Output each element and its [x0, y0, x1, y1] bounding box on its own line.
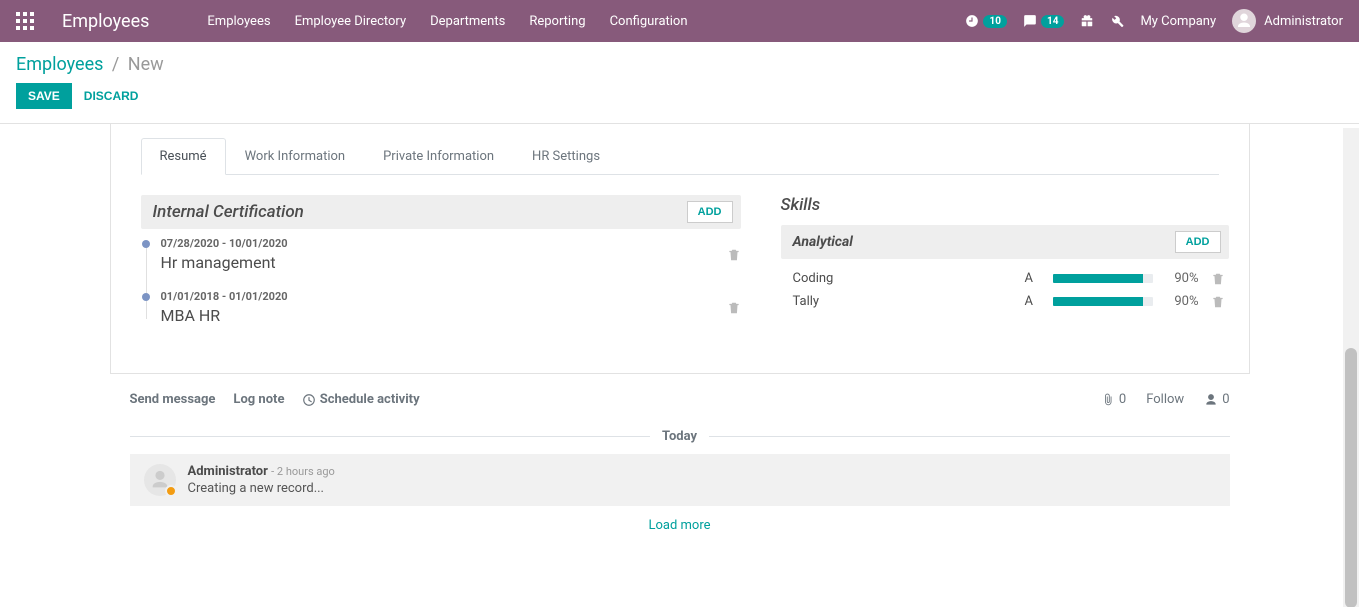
topbar-right: 10 14 My Company Administrator	[965, 9, 1343, 33]
skill-row[interactable]: Tally A 90%	[781, 290, 1229, 313]
followers-count[interactable]: 0	[1204, 392, 1229, 407]
timeline-dates: 07/28/2020 - 10/01/2020	[161, 237, 727, 250]
person-icon	[1204, 392, 1218, 407]
tab-work-information[interactable]: Work Information	[226, 138, 365, 175]
message-author[interactable]: Administrator	[188, 464, 268, 479]
skill-progress	[1053, 297, 1153, 306]
discuss-indicator[interactable]: 14	[1023, 14, 1064, 29]
attachments-count[interactable]: 0	[1101, 392, 1126, 407]
skills-column: Skills Analytical ADD Coding A 90% Tally…	[781, 195, 1229, 343]
timeline: 07/28/2020 - 10/01/2020 Hr management 01…	[141, 237, 741, 325]
log-note-button[interactable]: Log note	[233, 392, 284, 407]
timeline-dot-icon	[142, 293, 150, 301]
timeline-dot-icon	[142, 240, 150, 248]
timeline-dates: 01/01/2018 - 01/01/2020	[161, 290, 727, 303]
clock-outline-icon	[302, 392, 316, 407]
message-time: - 2 hours ago	[271, 465, 335, 478]
company-switcher[interactable]: My Company	[1140, 14, 1216, 29]
message-text: Creating a new record...	[188, 481, 1216, 496]
timeline-item: 01/01/2018 - 01/01/2020 MBA HR	[161, 290, 741, 325]
nav-menu: Employees Employee Directory Departments…	[197, 6, 697, 37]
chat-icon	[1023, 14, 1037, 29]
paperclip-icon	[1101, 392, 1115, 407]
timeline-body[interactable]: 01/01/2018 - 01/01/2020 MBA HR	[161, 290, 727, 325]
message-avatar-icon	[144, 464, 176, 496]
nav-reporting[interactable]: Reporting	[519, 6, 595, 37]
topbar: Employees Employees Employee Directory D…	[0, 0, 1359, 42]
breadcrumb: Employees / New	[16, 54, 1343, 75]
user-name: Administrator	[1264, 14, 1343, 29]
skill-progress-fill	[1053, 274, 1143, 283]
discuss-count: 14	[1041, 15, 1064, 28]
timeline-body[interactable]: 07/28/2020 - 10/01/2020 Hr management	[161, 237, 727, 272]
add-resume-button[interactable]: ADD	[687, 201, 733, 223]
breadcrumb-row: Employees / New	[0, 42, 1359, 79]
skill-group-header: Analytical ADD	[781, 225, 1229, 259]
skill-group-title: Analytical	[793, 234, 853, 250]
resume-column: Internal Certification ADD 07/28/2020 - …	[141, 195, 741, 343]
skill-progress	[1053, 274, 1153, 283]
save-button[interactable]: Save	[16, 83, 72, 109]
tabs: Resumé Work Information Private Informat…	[141, 138, 1219, 175]
wrench-icon[interactable]	[1110, 14, 1124, 29]
breadcrumb-sep: /	[112, 54, 119, 75]
skill-level: A	[1025, 271, 1041, 286]
module-title[interactable]: Employees	[62, 11, 149, 32]
tab-resume[interactable]: Resumé	[141, 138, 226, 175]
skill-level: A	[1025, 294, 1041, 309]
chatter-actions: Send message Log note Schedule activity …	[130, 374, 1230, 419]
tab-hr-settings[interactable]: HR Settings	[513, 138, 619, 175]
breadcrumb-current: New	[128, 54, 164, 75]
nav-employee-directory[interactable]: Employee Directory	[285, 6, 417, 37]
nav-configuration[interactable]: Configuration	[600, 6, 698, 37]
resume-section-title: Internal Certification	[153, 202, 304, 222]
breadcrumb-root[interactable]: Employees	[16, 54, 103, 75]
message: Administrator - 2 hours ago Creating a n…	[130, 454, 1230, 506]
delete-icon[interactable]	[727, 247, 741, 263]
delete-icon[interactable]	[1211, 294, 1225, 309]
skill-progress-fill	[1053, 297, 1143, 306]
skill-name: Tally	[793, 294, 1013, 309]
activity-count: 10	[983, 15, 1006, 28]
resume-section-header: Internal Certification ADD	[141, 195, 741, 229]
skills-title: Skills	[781, 195, 1229, 215]
gift-icon[interactable]	[1080, 14, 1094, 29]
skill-row[interactable]: Coding A 90%	[781, 267, 1229, 290]
activity-indicator[interactable]: 10	[965, 14, 1006, 29]
chatter: Send message Log note Schedule activity …	[130, 374, 1230, 545]
add-skill-button[interactable]: ADD	[1175, 231, 1221, 253]
schedule-activity-label: Schedule activity	[320, 392, 420, 407]
message-body: Administrator - 2 hours ago Creating a n…	[188, 464, 1216, 496]
discard-button[interactable]: Discard	[84, 89, 139, 103]
timeline-title: Hr management	[161, 253, 727, 272]
skill-percent: 90%	[1165, 271, 1199, 286]
tab-private-information[interactable]: Private Information	[364, 138, 513, 175]
timeline-item: 07/28/2020 - 10/01/2020 Hr management	[161, 237, 741, 272]
skill-percent: 90%	[1165, 294, 1199, 309]
user-avatar-icon	[1232, 9, 1256, 33]
send-message-button[interactable]: Send message	[130, 392, 216, 407]
schedule-activity-button[interactable]: Schedule activity	[302, 392, 419, 407]
actions-row: Save Discard	[0, 79, 1359, 124]
scrollbar[interactable]	[1343, 128, 1359, 607]
date-separator: Today	[130, 429, 1230, 444]
load-more: Load more	[130, 506, 1230, 545]
delete-icon[interactable]	[727, 300, 741, 316]
clock-icon	[965, 14, 979, 29]
scrollbar-thumb[interactable]	[1345, 348, 1357, 607]
user-menu[interactable]: Administrator	[1232, 9, 1343, 33]
timeline-title: MBA HR	[161, 306, 727, 325]
skill-name: Coding	[793, 271, 1013, 286]
load-more-link[interactable]: Load more	[648, 518, 710, 533]
nav-employees[interactable]: Employees	[197, 6, 280, 37]
form-sheet: Resumé Work Information Private Informat…	[110, 124, 1250, 374]
delete-icon[interactable]	[1211, 271, 1225, 286]
apps-icon[interactable]	[16, 12, 34, 30]
nav-departments[interactable]: Departments	[420, 6, 515, 37]
follow-button[interactable]: Follow	[1146, 392, 1184, 407]
